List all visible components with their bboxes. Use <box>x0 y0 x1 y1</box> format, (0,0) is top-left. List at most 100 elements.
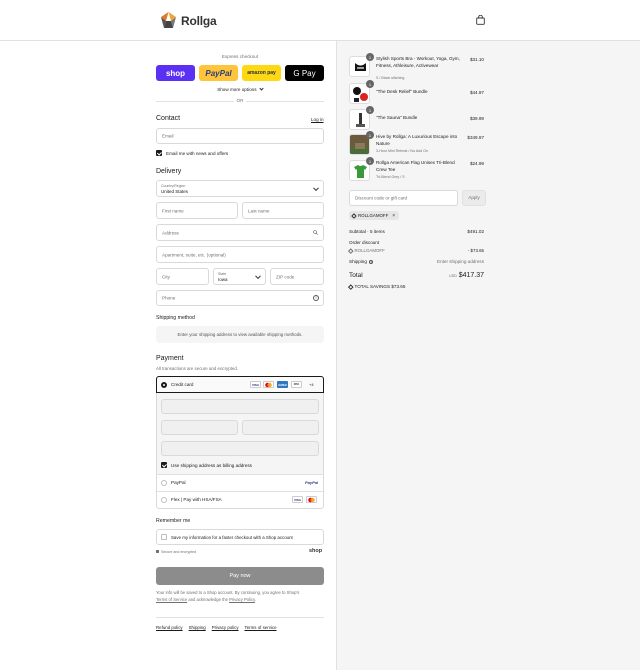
apartment-placeholder: Apartment, suite, etc. (optional) <box>162 252 226 257</box>
discount-code-field[interactable]: Discount code or gift card <box>349 190 458 206</box>
footer-divider <box>156 617 324 618</box>
first-name-placeholder: First name <box>162 208 184 213</box>
product-title: Hive by Rollga: A Luxurious Escape into … <box>376 134 458 146</box>
billing-label: Use shipping address as billing address <box>171 463 252 468</box>
name-on-card-field[interactable] <box>161 441 319 456</box>
email-placeholder: Email <box>162 133 174 139</box>
subtotal-label: Subtotal · 5 items <box>349 229 385 234</box>
mastercard-icon <box>263 381 274 388</box>
card-number-field[interactable] <box>161 399 319 414</box>
country-select[interactable]: Country/Region United States <box>156 180 324 197</box>
address-field[interactable]: Address <box>156 224 324 241</box>
quantity-badge: 1 <box>366 53 374 61</box>
discount-placeholder: Discount code or gift card <box>355 195 408 201</box>
applied-discount-code: ROLLGAMOFF <box>358 213 389 218</box>
shipping-method-notice: Enter your shipping address to view avai… <box>156 326 324 343</box>
billing-checkbox[interactable] <box>161 462 167 468</box>
shopping-bag-icon[interactable] <box>476 14 485 25</box>
country-label: Country/Region <box>161 184 186 188</box>
email-field[interactable]: Email <box>156 128 324 144</box>
amazon-pay-button[interactable]: amazon pay <box>242 65 281 81</box>
apartment-field[interactable]: Apartment, suite, etc. (optional) <box>156 246 324 263</box>
tag-icon <box>351 212 357 219</box>
discount-value: - $73.65 <box>467 248 484 253</box>
first-name-field[interactable]: First name <box>156 202 238 219</box>
shipping-summary-value: Enter shipping address <box>437 259 484 264</box>
product-price: $24.99 <box>469 161 484 166</box>
header: Rollga <box>0 0 640 41</box>
privacy-policy-link[interactable]: Privacy Policy <box>229 597 255 602</box>
help-icon[interactable]: ? <box>369 260 374 264</box>
applied-discount-tag: ROLLGAMOFF × <box>349 211 400 220</box>
order-discount-label: Order discount <box>349 240 380 245</box>
zip-placeholder: ZIP code <box>276 274 295 279</box>
remove-discount-icon[interactable]: × <box>392 213 395 219</box>
total-savings-row: TOTAL SAVINGS $73.65 <box>348 283 484 289</box>
product-title: "The Desk Relief" Bundle <box>376 89 428 94</box>
shipping-summary-label: Shipping <box>349 259 367 264</box>
payment-heading: Payment <box>156 355 184 362</box>
pay-now-button[interactable]: Pay now <box>156 567 324 585</box>
refund-policy-link[interactable]: Refund policy <box>156 625 183 630</box>
total-value: $417.37 <box>458 272 484 279</box>
last-name-field[interactable]: Last name <box>242 202 324 219</box>
terms-of-service-link[interactable]: Terms of Service <box>156 597 187 602</box>
divider <box>157 491 323 492</box>
zip-field[interactable]: ZIP code <box>270 268 324 285</box>
phone-field[interactable]: Phone ? <box>156 290 324 306</box>
product-title: Stylish Sports Bra - Workout, Yoga, Gym,… <box>376 56 460 68</box>
state-value: Iowa <box>218 277 228 282</box>
expiry-field[interactable] <box>161 420 238 435</box>
phone-placeholder: Phone <box>162 295 176 301</box>
product-price: $44.97 <box>469 90 484 95</box>
total-amount: USD $417.37 <box>449 272 484 279</box>
flex-option-label[interactable]: Flex | Pay with HSA/FSA <box>171 497 222 502</box>
help-icon[interactable]: ? <box>313 295 319 301</box>
news-checkbox[interactable] <box>156 150 162 156</box>
quantity-badge: 1 <box>366 131 374 139</box>
brand-logo[interactable]: Rollga <box>159 11 217 30</box>
chevron-down-icon <box>259 86 264 91</box>
login-link[interactable]: Log in <box>311 117 324 122</box>
save-info-checkbox[interactable] <box>161 534 167 540</box>
address-placeholder: Address <box>162 230 179 235</box>
flex-radio[interactable] <box>161 497 167 503</box>
show-more-options-link[interactable]: Show more options <box>156 86 324 92</box>
terms-and: and acknowledge the <box>188 596 228 602</box>
city-field[interactable]: City <box>156 268 209 285</box>
apply-discount-button[interactable]: Apply <box>462 190 486 206</box>
country-value: United States <box>161 189 189 194</box>
or-separator: OR <box>236 98 244 103</box>
google-pay-button[interactable]: G Pay <box>285 65 324 81</box>
paypal-logo-icon: PayPal <box>305 480 319 485</box>
product-variant: Tri-Blend Grey / S <box>376 175 405 179</box>
order-discount-row: Order discount <box>349 240 484 245</box>
delivery-heading: Delivery <box>156 168 182 175</box>
state-select[interactable]: State Iowa <box>213 268 266 285</box>
brand-name: Rollga <box>181 13 217 28</box>
paypal-option-label[interactable]: PayPal <box>171 480 186 485</box>
credit-card-radio[interactable] <box>161 382 167 388</box>
shop-logo-icon: shop <box>309 548 323 554</box>
paypal-button[interactable]: PayPal <box>199 65 238 81</box>
terms-of-service-footer-link[interactable]: Terms of service <box>245 625 277 630</box>
tag-icon <box>348 283 354 289</box>
product-title: "The Sauna" Bundle <box>376 115 418 120</box>
rollga-logo-icon <box>159 11 178 30</box>
chevron-down-icon <box>313 184 319 191</box>
shipping-link[interactable]: Shipping <box>189 625 206 630</box>
city-placeholder: City <box>162 274 170 279</box>
product-price: $39.99 <box>469 116 484 121</box>
last-name-placeholder: Last name <box>248 208 270 213</box>
total-row: Total USD $417.37 <box>349 272 484 279</box>
shipping-row: Shipping ? Enter shipping address <box>349 259 484 264</box>
security-code-field[interactable] <box>242 420 319 435</box>
shop-pay-button[interactable]: shop <box>156 65 195 81</box>
subtotal-value: $491.02 <box>467 229 484 234</box>
product-price: $31.10 <box>469 57 484 62</box>
amex-icon: AMEX <box>277 381 288 388</box>
privacy-policy-footer-link[interactable]: Privacy policy <box>212 625 239 630</box>
paypal-radio[interactable] <box>161 480 167 486</box>
footer-links: Refund policy Shipping Privacy policy Te… <box>156 625 277 630</box>
secure-note: Secure and encrypted <box>156 550 196 554</box>
